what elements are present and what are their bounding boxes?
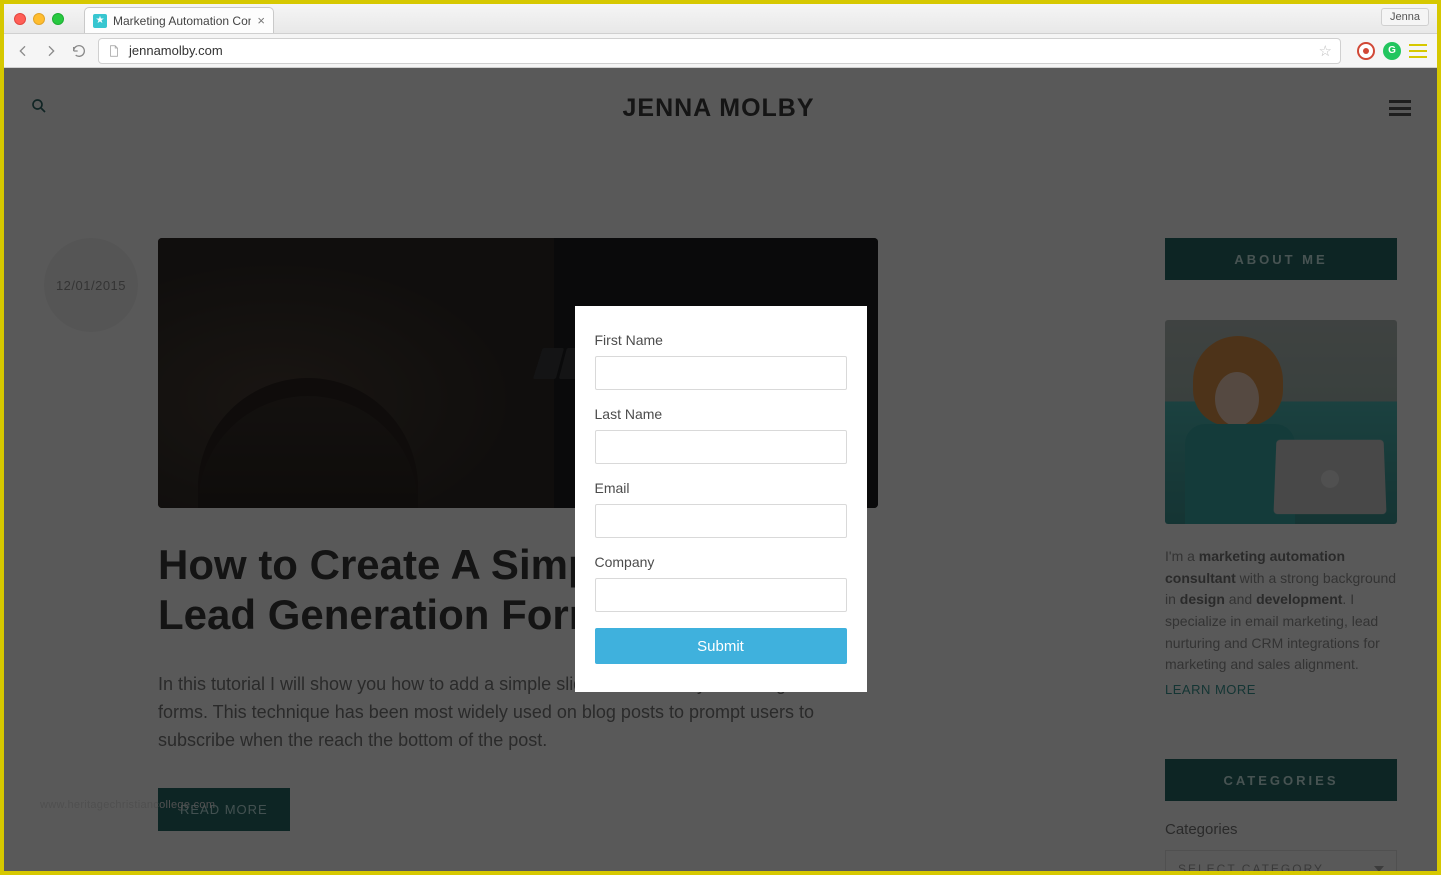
- arrow-right-icon: [43, 43, 59, 59]
- tab-favicon-icon: [93, 14, 107, 28]
- browser-tab-strip: Marketing Automation Con × Jenna: [4, 4, 1437, 34]
- first-name-field: First Name: [595, 332, 847, 390]
- page-icon: [107, 44, 121, 58]
- window-controls: [4, 13, 64, 25]
- page-viewport: JENNA MOLBY 12/01/2015 How to Create A S…: [4, 68, 1437, 871]
- first-name-label: First Name: [595, 332, 847, 348]
- nav-forward-button[interactable]: [42, 42, 60, 60]
- email-field: Email: [595, 480, 847, 538]
- reload-icon: [71, 43, 87, 59]
- url-text: jennamolby.com: [129, 43, 223, 58]
- bookmark-star-icon[interactable]: ☆: [1319, 42, 1332, 60]
- browser-toolbar: jennamolby.com ☆ G: [4, 34, 1437, 68]
- browser-tab[interactable]: Marketing Automation Con ×: [84, 7, 274, 33]
- first-name-input[interactable]: [595, 356, 847, 390]
- window-minimize-icon[interactable]: [33, 13, 45, 25]
- window-zoom-icon[interactable]: [52, 13, 64, 25]
- lead-form-modal: First Name Last Name Email Company Submi…: [575, 306, 867, 692]
- nav-back-button[interactable]: [14, 42, 32, 60]
- last-name-field: Last Name: [595, 406, 847, 464]
- submit-button[interactable]: Submit: [595, 628, 847, 664]
- email-input[interactable]: [595, 504, 847, 538]
- tab-title: Marketing Automation Con: [113, 14, 251, 28]
- address-bar[interactable]: jennamolby.com ☆: [98, 38, 1341, 64]
- arrow-left-icon: [15, 43, 31, 59]
- tab-close-icon[interactable]: ×: [257, 13, 265, 28]
- extension-icons: G: [1351, 42, 1427, 60]
- browser-menu-icon[interactable]: [1409, 44, 1427, 58]
- nav-reload-button[interactable]: [70, 42, 88, 60]
- last-name-input[interactable]: [595, 430, 847, 464]
- company-field: Company: [595, 554, 847, 612]
- grammarly-extension-icon[interactable]: G: [1383, 42, 1401, 60]
- company-label: Company: [595, 554, 847, 570]
- window-close-icon[interactable]: [14, 13, 26, 25]
- browser-profile-badge[interactable]: Jenna: [1381, 8, 1429, 26]
- email-label: Email: [595, 480, 847, 496]
- last-name-label: Last Name: [595, 406, 847, 422]
- company-input[interactable]: [595, 578, 847, 612]
- ublock-extension-icon[interactable]: [1357, 42, 1375, 60]
